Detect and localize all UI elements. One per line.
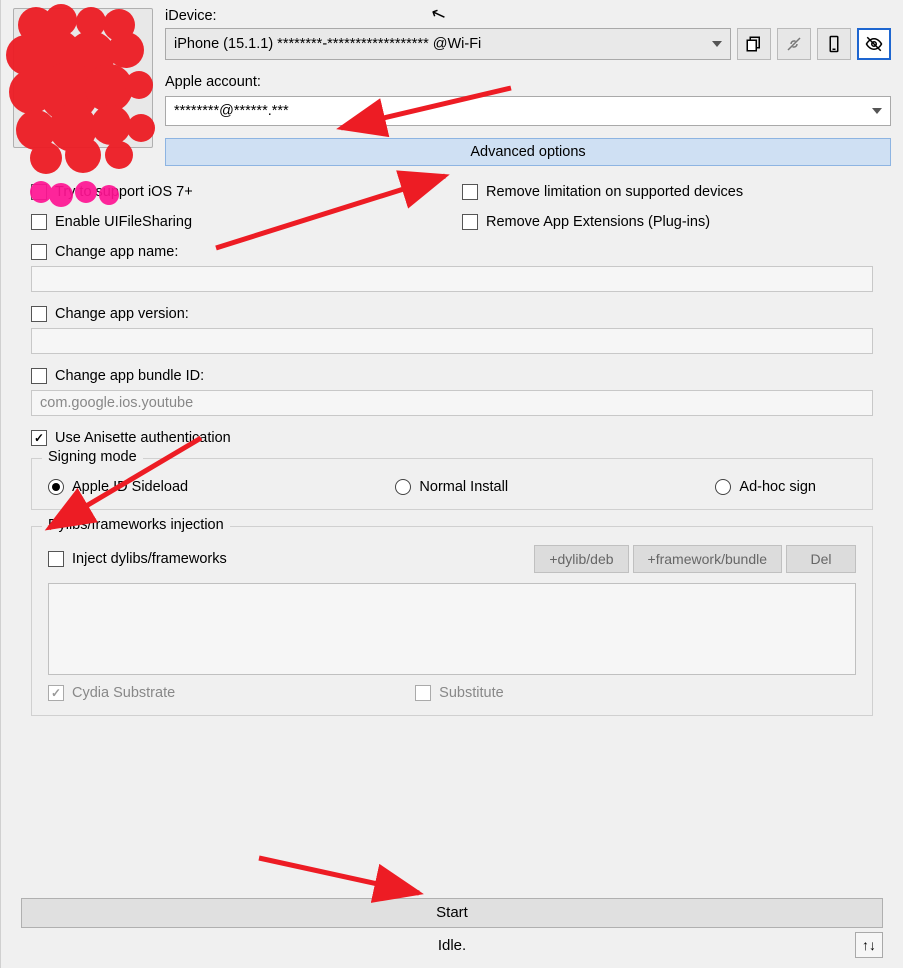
checkbox-remove-limitation[interactable]: Remove limitation on supported devices bbox=[462, 184, 873, 200]
checkbox-label: Remove limitation on supported devices bbox=[486, 184, 743, 200]
device-select[interactable]: iPhone (15.1.1) ********-***************… bbox=[165, 28, 731, 60]
copy-button[interactable] bbox=[737, 28, 771, 60]
checkbox-cydia-substrate: Cydia Substrate bbox=[48, 685, 175, 701]
radio-circle bbox=[395, 479, 411, 495]
signing-mode-fieldset: Signing mode Apple ID Sideload Normal In… bbox=[31, 458, 873, 510]
advanced-options-button[interactable]: Advanced options bbox=[165, 138, 891, 166]
idevice-label: iDevice: bbox=[165, 8, 891, 24]
radio-normal-install[interactable]: Normal Install bbox=[395, 479, 508, 495]
change-bundle-id-input[interactable] bbox=[31, 390, 873, 416]
top-section: iDevice: iPhone (15.1.1) ********-******… bbox=[1, 0, 903, 166]
checkbox-inject-dylibs[interactable]: Inject dylibs/frameworks bbox=[48, 551, 227, 567]
options-area: Try to support iOS 7+ Remove limitation … bbox=[1, 166, 903, 716]
copy-icon bbox=[745, 35, 763, 53]
radio-circle bbox=[715, 479, 731, 495]
checkbox-box bbox=[31, 368, 47, 384]
checkbox-substitute: Substitute bbox=[415, 685, 504, 701]
chevron-down-icon bbox=[712, 41, 722, 47]
checkbox-box bbox=[31, 430, 47, 446]
sort-button[interactable]: ↑↓ bbox=[855, 932, 883, 958]
main-window: ↖ iDevice: iPhone (15.1.1) ********-****… bbox=[0, 0, 903, 968]
checkbox-uifilesharing[interactable]: Enable UIFileSharing bbox=[31, 214, 442, 230]
checkbox-label: Cydia Substrate bbox=[72, 685, 175, 701]
checkbox-change-app-version[interactable]: Change app version: bbox=[31, 306, 873, 322]
checkbox-box bbox=[31, 214, 47, 230]
checkbox-label: Change app bundle ID: bbox=[55, 368, 204, 384]
checkbox-box bbox=[48, 685, 64, 701]
radio-label: Normal Install bbox=[419, 479, 508, 495]
radio-label: Ad-hoc sign bbox=[739, 479, 816, 495]
apple-account-select[interactable]: ********@******.*** bbox=[165, 96, 891, 126]
fieldset-title: Signing mode bbox=[42, 449, 143, 465]
checkbox-label: Remove App Extensions (Plug-ins) bbox=[486, 214, 710, 230]
checkbox-remove-extensions[interactable]: Remove App Extensions (Plug-ins) bbox=[462, 214, 873, 230]
add-dylib-button[interactable]: +dylib/deb bbox=[534, 545, 628, 573]
apple-account-value: ********@******.*** bbox=[174, 103, 289, 119]
checkbox-anisette[interactable]: Use Anisette authentication bbox=[31, 430, 873, 446]
device-icon bbox=[825, 35, 843, 53]
change-app-version-input[interactable] bbox=[31, 328, 873, 354]
checkbox-change-app-name[interactable]: Change app name: bbox=[31, 244, 873, 260]
checkbox-label: Inject dylibs/frameworks bbox=[72, 551, 227, 567]
delete-dylib-button[interactable]: Del bbox=[786, 545, 856, 573]
radio-adhoc-sign[interactable]: Ad-hoc sign bbox=[715, 479, 816, 495]
checkbox-box bbox=[31, 306, 47, 322]
bottom-area: Start Idle. ↑↓ bbox=[1, 898, 903, 968]
dylib-fieldset: Dylibs/frameworks injection Inject dylib… bbox=[31, 526, 873, 716]
chevron-down-icon bbox=[872, 108, 882, 114]
checkbox-box bbox=[462, 214, 478, 230]
fieldset-title: Dylibs/frameworks injection bbox=[42, 517, 230, 533]
device-info-button[interactable] bbox=[817, 28, 851, 60]
checkbox-label: Use Anisette authentication bbox=[55, 430, 231, 446]
checkbox-box bbox=[462, 184, 478, 200]
unlink-button[interactable] bbox=[777, 28, 811, 60]
checkbox-change-bundle-id[interactable]: Change app bundle ID: bbox=[31, 368, 873, 384]
checkbox-box bbox=[415, 685, 431, 701]
add-framework-button[interactable]: +framework/bundle bbox=[633, 545, 782, 573]
checkbox-ios7[interactable]: Try to support iOS 7+ bbox=[31, 184, 442, 200]
unlink-icon bbox=[785, 35, 803, 53]
hide-button[interactable] bbox=[857, 28, 891, 60]
checkbox-box bbox=[31, 184, 47, 200]
radio-circle bbox=[48, 479, 64, 495]
radio-label: Apple ID Sideload bbox=[72, 479, 188, 495]
radio-apple-id-sideload[interactable]: Apple ID Sideload bbox=[48, 479, 188, 495]
change-app-name-input[interactable] bbox=[31, 266, 873, 292]
checkbox-label: Try to support iOS 7+ bbox=[55, 184, 193, 200]
checkbox-label: Enable UIFileSharing bbox=[55, 214, 192, 230]
checkbox-label: Change app version: bbox=[55, 306, 189, 322]
device-select-value: iPhone (15.1.1) ********-***************… bbox=[174, 36, 481, 52]
checkbox-label: Change app name: bbox=[55, 244, 178, 260]
checkbox-label: Substitute bbox=[439, 685, 504, 701]
checkbox-box bbox=[31, 244, 47, 260]
status-text: Idle. bbox=[438, 937, 466, 954]
start-button[interactable]: Start bbox=[21, 898, 883, 928]
checkbox-box bbox=[48, 551, 64, 567]
sort-icon: ↑↓ bbox=[862, 937, 876, 953]
dylib-list[interactable] bbox=[48, 583, 856, 675]
device-image-box bbox=[13, 8, 153, 148]
apple-account-label: Apple account: bbox=[165, 74, 891, 90]
eye-off-icon bbox=[865, 35, 883, 53]
